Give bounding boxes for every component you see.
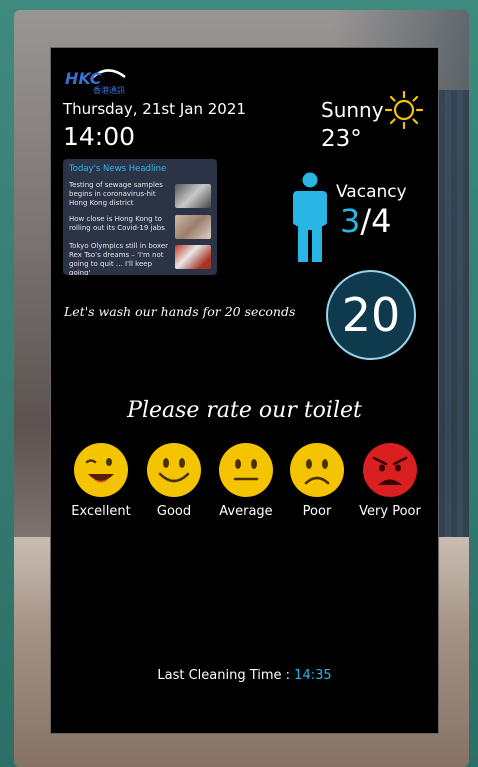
news-thumbnail bbox=[175, 245, 211, 269]
rating-label-average[interactable]: Average bbox=[206, 504, 286, 519]
rating-label-excellent[interactable]: Excellent bbox=[61, 504, 141, 519]
handwash-message: Let's wash our hands for 20 seconds bbox=[64, 304, 296, 319]
news-item[interactable]: Testing of sewage samples begins in coro… bbox=[69, 181, 174, 208]
rating-label-poor[interactable]: Poor bbox=[277, 504, 357, 519]
news-title: Today's News Headline bbox=[69, 164, 167, 174]
news-thumbnail bbox=[175, 184, 211, 208]
last-cleaning: Last Cleaning Time : 14:35 bbox=[51, 668, 438, 683]
weather-temperature: 23° bbox=[321, 126, 362, 152]
handwash-timer: 20 bbox=[326, 270, 416, 360]
vacancy-separator: / bbox=[360, 202, 372, 240]
wink-face-icon[interactable] bbox=[73, 442, 129, 498]
last-cleaning-label: Last Cleaning Time : bbox=[157, 668, 295, 683]
company-logo: HKC 香港通訊 bbox=[65, 69, 126, 95]
news-widget[interactable]: Today's News Headline Testing of sewage … bbox=[63, 159, 217, 275]
current-date: Thursday, 21st Jan 2021 bbox=[63, 100, 246, 118]
news-item[interactable]: How close is Hong Kong to rolling out it… bbox=[69, 215, 174, 233]
current-time: 14:00 bbox=[63, 122, 136, 151]
news-thumbnail bbox=[175, 215, 211, 239]
smart-toilet-panel: HKC 香港通訊 Thursday, 21st Jan 2021 14:00 S… bbox=[50, 47, 439, 734]
vacancy-current: 3 bbox=[340, 202, 361, 240]
rating-label-good[interactable]: Good bbox=[134, 504, 214, 519]
person-icon bbox=[293, 172, 327, 262]
angry-face-icon[interactable] bbox=[362, 442, 418, 498]
logo-subtext: 香港通訊 bbox=[93, 85, 125, 95]
weather-condition: Sunny bbox=[321, 98, 384, 122]
smile-face-icon[interactable] bbox=[146, 442, 202, 498]
vacancy-total: 4 bbox=[371, 202, 392, 240]
sun-icon bbox=[384, 90, 424, 130]
vacancy-count: 3/4 bbox=[340, 202, 392, 240]
neutral-face-icon[interactable] bbox=[218, 442, 274, 498]
last-cleaning-value: 14:35 bbox=[294, 668, 332, 683]
rating-label-very-poor[interactable]: Very Poor bbox=[350, 504, 430, 519]
rating-title: Please rate our toilet bbox=[127, 398, 362, 423]
frown-face-icon[interactable] bbox=[289, 442, 345, 498]
news-item[interactable]: Tokyo Olympics still in boxer Rex Tso's … bbox=[69, 242, 174, 275]
vacancy-label: Vacancy bbox=[336, 182, 407, 202]
